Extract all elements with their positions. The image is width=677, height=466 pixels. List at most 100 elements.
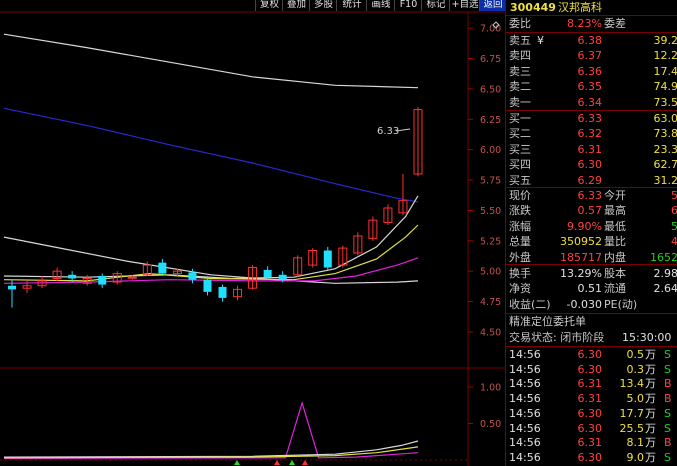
volume-line (3, 400, 419, 460)
ask-row: 卖五 ¥6.38 39.2 (506, 33, 677, 48)
volume-tick-label: 0.50 (480, 419, 501, 430)
price-tick-label: 7.00 (480, 24, 501, 35)
price-tick-label: 6.50 (480, 84, 501, 95)
stat-row: 涨幅 9.90% 最低 5 (509, 219, 677, 233)
ask-row: 卖三 6.36 17.4 (506, 64, 677, 79)
ask-price: 6.34 (577, 95, 603, 109)
candle-body (98, 276, 107, 285)
ask-label: 卖三 (509, 64, 531, 78)
ma-line (3, 257, 419, 284)
ask-volume: 12.2 (653, 49, 677, 63)
stat-row: 现价 6.33 今开 5 (509, 189, 677, 202)
bid-price: 6.33 (577, 112, 603, 125)
toolbar-button-5[interactable]: F10 (394, 0, 422, 11)
chart-toolbar: 复权 叠加 多股 统计 画线 F10 标记 +自选 返回 (0, 0, 508, 12)
toolbar-button-2[interactable]: 多股 (309, 0, 337, 11)
signal-arrow-icon (302, 460, 308, 465)
toolbar-button-4[interactable]: 画线 (366, 0, 395, 11)
bid-volume: 23.3 (653, 142, 677, 156)
ask-price: 6.36 (577, 64, 603, 78)
toolbar-button-3[interactable]: 统计 (336, 0, 367, 11)
stat-row: 涨跌 0.57 最高 6 (509, 204, 677, 218)
ask-price: 6.38 (577, 34, 603, 47)
bid-volume: 31.2 (653, 173, 677, 187)
ask-volume: 39.2 (653, 34, 677, 47)
ma-line (3, 33, 419, 89)
fundamental-row: 净资 0.51 流通 2.64 (509, 282, 677, 296)
high-price-label: 6.33 (377, 126, 399, 137)
toolbar-button-0[interactable]: 复权 (255, 0, 283, 11)
ask-label: 卖一 (509, 95, 531, 109)
tick-row: 14:56 6.30 25.5 万 S (509, 421, 671, 435)
candle-body (188, 272, 197, 280)
bid-price: 6.29 (577, 173, 603, 187)
price-tick-label: 6.75 (480, 54, 501, 65)
grid-lines (0, 11, 505, 466)
bid-row: 买一 6.33 63.0 (506, 111, 677, 126)
trade-status: 交易状态: 闭市阶段 15:30:00 (509, 331, 672, 344)
price-tick-label: 5.50 (480, 206, 501, 217)
price-tick-label: 4.50 (480, 327, 501, 338)
ask-volume: 73.5 (653, 95, 677, 109)
section-title[interactable]: 精准定位委托单 (506, 314, 677, 329)
ask-volume: 74.9 (653, 80, 677, 94)
price-tick-label: 6.25 (480, 115, 501, 126)
candle-body (8, 285, 16, 290)
ask-price: 6.35 (577, 80, 603, 94)
candle-body (203, 279, 212, 292)
fundamental-row: 收益(二) -0.030 PE(动) (509, 297, 638, 311)
stock-name: 汉邦高科 (558, 1, 602, 14)
tick-row: 14:56 6.31 5.0 万 B (509, 392, 672, 406)
price-tick-label: 5.75 (480, 176, 501, 187)
tick-row: 14:56 6.31 13.4 万 B (509, 377, 672, 391)
weibi-row: 委比 8.23% 委差 (509, 17, 626, 30)
candle-body (158, 262, 167, 274)
bid-row: 买四 6.30 62.7 (506, 157, 677, 172)
bid-volume: 62.7 (653, 158, 677, 172)
stat-row: 外盘 185717 内盘 1652 (509, 250, 677, 264)
price-tick-label: 6.00 (480, 145, 501, 156)
fundamental-row: 换手 13.29% 股本 2.98 (509, 267, 677, 280)
bid-volume: 73.8 (653, 127, 677, 141)
candle-body (263, 269, 272, 278)
candle-body (323, 250, 332, 268)
ma-line (3, 107, 419, 203)
price-tick-label: 4.75 (480, 297, 501, 308)
candle-body (127, 276, 137, 279)
toolbar-button-7[interactable]: +自选 (449, 0, 480, 11)
ask-row: 卖一 6.34 73.5 (506, 95, 677, 110)
price-tick-label: 5.25 (480, 236, 501, 247)
candle-body (218, 286, 227, 298)
bid-price: 6.32 (577, 127, 603, 141)
ask-marker: ¥ (537, 34, 544, 47)
bid-label: 买三 (509, 142, 531, 156)
candle-body (278, 274, 287, 280)
signal-arrow-icon (234, 460, 240, 465)
bid-label: 买一 (509, 112, 531, 125)
bid-row: 买五 6.29 31.2 (506, 173, 677, 188)
tick-row: 14:56 6.30 9.0 万 S (509, 450, 671, 464)
toolbar-button-8[interactable]: 返回 (479, 0, 506, 11)
bid-row: 买三 6.31 23.3 (506, 142, 677, 157)
ask-label: 卖四 (509, 49, 531, 63)
signal-arrow-icon (289, 460, 295, 465)
quote-panel: 300449 汉邦高科 委比 8.23% 委差 卖五 ¥6.38 39.2 卖四 6.3… (505, 0, 677, 466)
ask-volume: 17.4 (653, 64, 677, 78)
bid-price: 6.30 (577, 158, 603, 172)
tick-row: 14:56 6.31 8.1 万 B (509, 436, 672, 450)
bid-price: 6.31 (577, 142, 603, 156)
toolbar-button-6[interactable]: 标记 (421, 0, 450, 11)
ask-label: 卖五 (509, 34, 531, 47)
toolbar-button-1[interactable]: 叠加 (282, 0, 310, 11)
signal-arrow-icon (274, 460, 280, 465)
stock-code: 300449 (510, 1, 556, 14)
kline-chart[interactable]: 7.00 6.75 6.50 6.25 6.00 5.75 5.50 5.25 5.00 4.75… (0, 0, 508, 466)
bid-label: 买五 (509, 173, 531, 187)
candle-body (68, 274, 77, 279)
tick-row: 14:56 6.30 17.7 万 S (509, 406, 671, 420)
volume-tick-label: 1.00 (480, 382, 501, 393)
moving-average-lines (3, 33, 419, 284)
price-tick-label: 5.00 (480, 267, 501, 278)
volume-panel (3, 400, 419, 465)
tick-row: 14:56 6.30 0.3 万 S (509, 362, 671, 376)
